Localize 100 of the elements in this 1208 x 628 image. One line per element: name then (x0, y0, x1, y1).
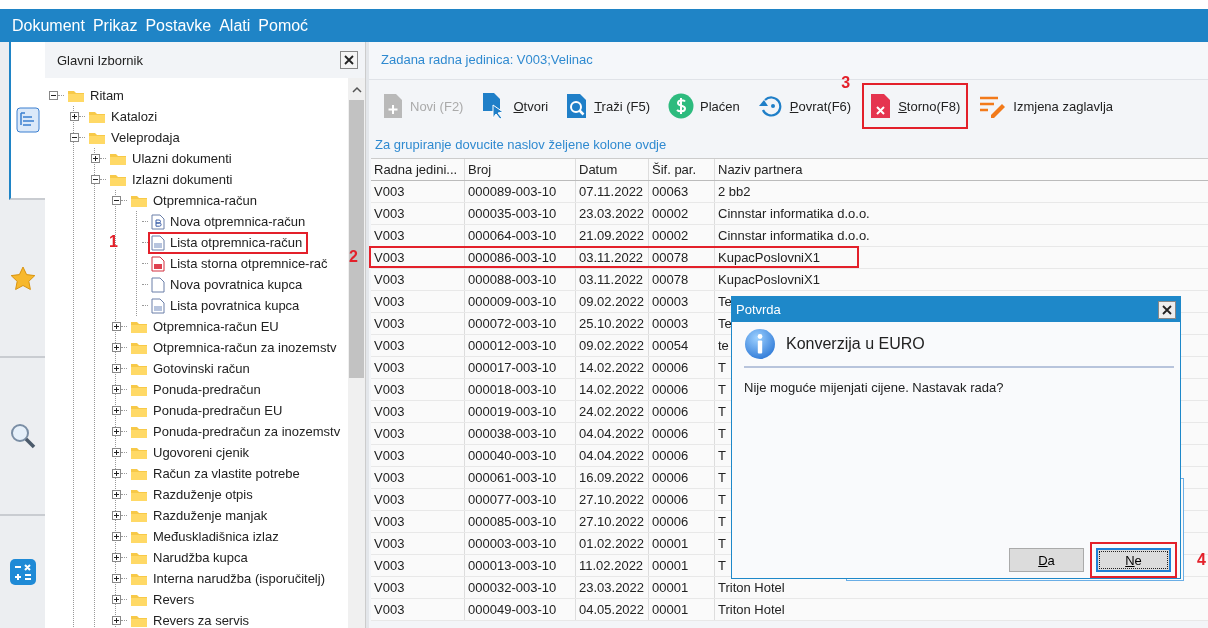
tree-item[interactable]: Revers za servis (127, 610, 256, 628)
collapse-toggle[interactable] (112, 196, 121, 205)
tree-item[interactable]: Veleprodaja (85, 127, 186, 148)
close-button[interactable] (340, 51, 358, 69)
tree-item[interactable]: Katalozi (85, 106, 164, 127)
column-header[interactable]: Naziv partnera (715, 159, 1208, 180)
dialog-heading: Konverzija u EURO (786, 335, 925, 353)
column-header[interactable]: Šif. par. (649, 159, 715, 180)
table-cell: 14.02.2022 (579, 360, 645, 375)
tree-item[interactable]: Razduženje otpis (127, 484, 259, 505)
tree-item[interactable]: Gotovinski račun (127, 358, 256, 379)
expand-toggle[interactable] (112, 532, 121, 541)
expand-toggle[interactable] (70, 112, 79, 121)
tree-item[interactable]: Ugovoreni cjenik (127, 442, 256, 463)
folder-icon (130, 361, 148, 376)
table-cell: T (718, 448, 726, 463)
tree-item[interactable]: Ponuda-predračun (127, 379, 267, 400)
dialog-button[interactable]: Da (1009, 548, 1084, 572)
menu-item[interactable]: Alati (215, 14, 255, 37)
dialog-message: Nije moguće mijenjati cijene. Nastavak rada? (743, 379, 1005, 397)
tree-item[interactable]: Nova povratnica kupca (148, 273, 309, 296)
expand-toggle[interactable] (112, 616, 121, 625)
tree-item[interactable]: Interna narudžba (isporučitelj) (127, 568, 331, 589)
table-cell: 000088-003-10 (468, 272, 557, 287)
collapse-toggle[interactable] (70, 133, 79, 142)
expand-toggle[interactable] (112, 448, 121, 457)
table-cell: te (718, 338, 729, 353)
tree-item[interactable]: Ritam (64, 85, 130, 106)
table-cell: 21.09.2022 (579, 228, 645, 243)
folder-icon (130, 487, 148, 502)
tree-item[interactable]: Lista povratnica kupca (148, 294, 306, 317)
caret-up-icon[interactable] (351, 86, 362, 94)
toolbar-button[interactable]: Storno(F8) (862, 83, 969, 129)
tree-item[interactable]: Izlazni dokumenti (106, 169, 239, 190)
table-cell: 00006 (652, 448, 689, 463)
table-cell: T (718, 360, 726, 375)
expand-toggle[interactable] (112, 427, 121, 436)
tree-item[interactable]: Otpremnica-račun (127, 190, 264, 211)
table-cell: V003 (374, 338, 405, 353)
document-plus-icon (382, 93, 404, 119)
scrollbar[interactable] (348, 78, 365, 628)
close-button[interactable] (1158, 300, 1176, 319)
tree-item[interactable]: Međuskladišnica izlaz (127, 526, 285, 547)
tree-item[interactable]: Nova otpremnica-račun (148, 210, 312, 233)
folder-icon (130, 319, 148, 334)
expand-toggle[interactable] (112, 490, 121, 499)
side-tab[interactable] (9, 42, 45, 200)
toolbar-button[interactable]: Izmjena zaglavlja (972, 91, 1120, 121)
tree-item[interactable]: Otpremnica-račun za inozemstv (127, 337, 343, 358)
tree-item[interactable]: Ponuda-predračun EU (127, 400, 289, 421)
tree-item[interactable]: Ulazni dokumenti (106, 148, 238, 169)
expand-toggle[interactable] (112, 406, 121, 415)
list-icon (16, 107, 40, 133)
column-header[interactable]: Broj (465, 159, 576, 180)
tree-item[interactable]: Lista otpremnica-račun (148, 231, 309, 254)
expand-toggle[interactable] (112, 469, 121, 478)
column-header[interactable]: Radna jedini... (371, 159, 465, 180)
table-cell: 03.11.2022 (579, 250, 644, 265)
toolbar-button[interactable]: Povrat(F6) (750, 91, 859, 121)
menu-item[interactable]: Postavke (141, 14, 216, 37)
menu-item[interactable]: Dokument (8, 14, 89, 37)
menu-item[interactable]: Pomoć (254, 14, 313, 37)
table-cell: 000038-003-10 (468, 426, 557, 441)
close-icon (344, 55, 354, 65)
expand-toggle[interactable] (112, 322, 121, 331)
tree-item[interactable]: Račun za vlastite potrebe (127, 463, 306, 484)
table-cell: 00054 (652, 338, 689, 353)
table-cell: 01.02.2022 (579, 536, 645, 551)
folder-icon (130, 424, 148, 439)
folder-icon (130, 403, 148, 418)
tree-item[interactable]: Otpremnica-račun EU (127, 316, 285, 337)
expand-toggle[interactable] (112, 385, 121, 394)
menu-item[interactable]: Prikaz (88, 14, 142, 37)
folder-icon (130, 508, 148, 523)
expand-toggle[interactable] (91, 154, 100, 163)
tree-item[interactable]: Lista storna otpremnice-rač (148, 252, 334, 275)
table-cell: 000064-003-10 (468, 228, 557, 243)
column-header[interactable]: Datum (576, 159, 649, 180)
table-cell: 000013-003-10 (468, 558, 557, 573)
tree-item[interactable]: Ponuda-predračun za inozemstv (127, 421, 347, 442)
toolbar-button[interactable]: Plaćen (661, 91, 747, 121)
expand-toggle[interactable] (112, 511, 121, 520)
toolbar-button[interactable]: Traži (F5) (559, 91, 657, 121)
collapse-toggle[interactable] (49, 91, 58, 100)
expand-toggle[interactable] (112, 364, 121, 373)
tree-item[interactable]: Revers (127, 589, 201, 610)
expand-toggle[interactable] (112, 595, 121, 604)
tree-item[interactable]: Razduženje manjak (127, 505, 274, 526)
expand-toggle[interactable] (112, 574, 121, 583)
expand-toggle[interactable] (112, 343, 121, 352)
folder-icon (109, 172, 127, 187)
close-icon (1162, 304, 1172, 315)
toolbar-button[interactable]: Otvori (474, 91, 556, 121)
table-cell: 00001 (652, 580, 689, 595)
tree-item[interactable]: Narudžba kupca (127, 547, 254, 568)
folder-icon (130, 571, 148, 586)
table-cell: 24.02.2022 (579, 404, 645, 419)
expand-toggle[interactable] (112, 553, 121, 562)
table-cell: 00006 (652, 514, 689, 529)
collapse-toggle[interactable] (91, 175, 100, 184)
